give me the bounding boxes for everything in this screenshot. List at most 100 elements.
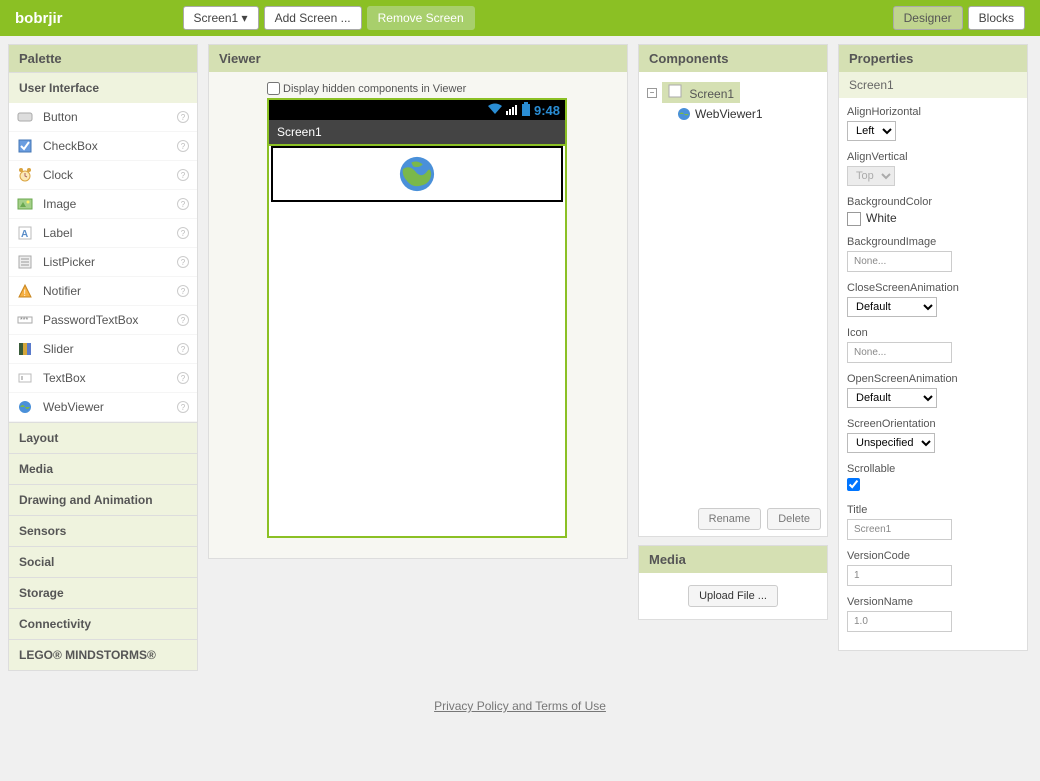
category-social[interactable]: Social: [9, 546, 197, 577]
help-icon[interactable]: ?: [177, 343, 189, 355]
add-screen-button[interactable]: Add Screen ...: [264, 6, 362, 30]
svg-text:!: !: [24, 288, 27, 298]
app-title: bobrjir: [15, 10, 63, 27]
collapse-icon[interactable]: −: [647, 88, 657, 98]
help-icon[interactable]: ?: [177, 198, 189, 210]
palette-item-password[interactable]: *** PasswordTextBox ?: [9, 306, 197, 335]
color-swatch: [847, 212, 861, 226]
privacy-link[interactable]: Privacy Policy and Terms of Use: [434, 699, 606, 713]
prop-closeanim-select[interactable]: Default: [847, 297, 937, 317]
palette-item-button[interactable]: Button ?: [9, 103, 197, 132]
prop-vcode-input[interactable]: [847, 565, 952, 586]
components-panel: Components − Screen1 WebViewer1 Rename D…: [638, 44, 828, 537]
designer-button[interactable]: Designer: [893, 6, 963, 30]
palette-item-checkbox[interactable]: CheckBox ?: [9, 132, 197, 161]
prop-title-input[interactable]: [847, 519, 952, 540]
palette-item-label[interactable]: A Label ?: [9, 219, 197, 248]
palette-item-slider[interactable]: Slider ?: [9, 335, 197, 364]
prop-alignh-select[interactable]: Left: [847, 121, 896, 141]
remove-screen-button: Remove Screen: [367, 6, 475, 30]
prop-vcode-label: VersionCode: [847, 550, 1019, 562]
password-icon: ***: [17, 312, 33, 328]
palette-item-image[interactable]: Image ?: [9, 190, 197, 219]
prop-icon-label: Icon: [847, 327, 1019, 339]
prop-bgimage-input[interactable]: [847, 251, 952, 272]
phone-screen-title: Screen1: [269, 120, 565, 144]
top-bar: bobrjir Screen1 ▾ Add Screen ... Remove …: [0, 0, 1040, 36]
signal-icon: [506, 103, 518, 118]
upload-file-button[interactable]: Upload File ...: [688, 585, 778, 607]
help-icon[interactable]: ?: [177, 169, 189, 181]
prop-icon-input[interactable]: [847, 342, 952, 363]
help-icon[interactable]: ?: [177, 111, 189, 123]
phone-statusbar: 9:48: [269, 100, 565, 120]
listpicker-icon: [17, 254, 33, 270]
prop-openanim-select[interactable]: Default: [847, 388, 937, 408]
main-area: Palette User Interface Button ? CheckBox…: [0, 36, 1040, 679]
rename-button[interactable]: Rename: [698, 508, 762, 530]
palette-item-clock[interactable]: Clock ?: [9, 161, 197, 190]
battery-icon: [522, 102, 530, 119]
components-title: Components: [639, 45, 827, 72]
textbox-icon: [17, 370, 33, 386]
category-storage[interactable]: Storage: [9, 577, 197, 608]
phone-screen[interactable]: [269, 146, 565, 536]
help-icon[interactable]: ?: [177, 227, 189, 239]
image-icon: [17, 196, 33, 212]
tree-root[interactable]: − Screen1: [647, 80, 819, 105]
prop-orient-select[interactable]: Unspecified: [847, 433, 935, 453]
properties-panel: Properties Screen1 AlignHorizontal Left …: [838, 44, 1028, 651]
prop-bgimage-label: BackgroundImage: [847, 236, 1019, 248]
blocks-button[interactable]: Blocks: [968, 6, 1025, 30]
help-icon[interactable]: ?: [177, 401, 189, 413]
properties-title: Properties: [839, 45, 1027, 72]
wifi-icon: [488, 103, 502, 118]
hidden-checkbox-input[interactable]: [267, 82, 280, 95]
webviewer-icon: [17, 399, 33, 415]
prop-orient-label: ScreenOrientation: [847, 418, 1019, 430]
slider-icon: [17, 341, 33, 357]
category-drawing[interactable]: Drawing and Animation: [9, 484, 197, 515]
component-list: Button ? CheckBox ? Clock ? Image ? A La…: [9, 103, 197, 422]
webviewer-component[interactable]: [271, 146, 563, 202]
tree-child-webviewer[interactable]: WebViewer1: [677, 105, 819, 123]
delete-button[interactable]: Delete: [767, 508, 821, 530]
phone-time: 9:48: [534, 103, 560, 118]
component-tree: − Screen1 WebViewer1: [639, 72, 827, 502]
help-icon[interactable]: ?: [177, 256, 189, 268]
category-media[interactable]: Media: [9, 453, 197, 484]
palette-panel: Palette User Interface Button ? CheckBox…: [8, 44, 198, 671]
notifier-icon: !: [17, 283, 33, 299]
prop-closeanim-label: CloseScreenAnimation: [847, 282, 1019, 294]
viewer-panel: Viewer Display hidden components in View…: [208, 44, 628, 559]
help-icon[interactable]: ?: [177, 285, 189, 297]
palette-item-listpicker[interactable]: ListPicker ?: [9, 248, 197, 277]
clock-icon: [17, 167, 33, 183]
prop-alignh-label: AlignHorizontal: [847, 106, 1019, 118]
palette-item-textbox[interactable]: TextBox ?: [9, 364, 197, 393]
category-user-interface[interactable]: User Interface: [9, 72, 197, 103]
help-icon[interactable]: ?: [177, 372, 189, 384]
prop-bgcolor-value[interactable]: White: [847, 211, 1019, 226]
prop-alignv-select: Top: [847, 166, 895, 186]
hidden-components-checkbox[interactable]: Display hidden components in Viewer: [267, 82, 617, 95]
help-icon[interactable]: ?: [177, 314, 189, 326]
category-connectivity[interactable]: Connectivity: [9, 608, 197, 639]
media-title: Media: [639, 546, 827, 573]
prop-scrollable-checkbox[interactable]: [847, 478, 860, 491]
category-sensors[interactable]: Sensors: [9, 515, 197, 546]
palette-item-webviewer[interactable]: WebViewer ?: [9, 393, 197, 422]
palette-title: Palette: [9, 45, 197, 72]
screen-dropdown[interactable]: Screen1 ▾: [183, 6, 259, 30]
palette-item-notifier[interactable]: ! Notifier ?: [9, 277, 197, 306]
checkbox-icon: [17, 138, 33, 154]
media-panel: Media Upload File ...: [638, 545, 828, 620]
svg-text:A: A: [21, 229, 28, 240]
category-lego[interactable]: LEGO® MINDSTORMS®: [9, 639, 197, 670]
category-layout[interactable]: Layout: [9, 422, 197, 453]
properties-subtitle: Screen1: [839, 72, 1027, 98]
phone-mock: 9:48 Screen1: [267, 98, 567, 538]
prop-vname-input[interactable]: [847, 611, 952, 632]
help-icon[interactable]: ?: [177, 140, 189, 152]
webviewer-tree-icon: [677, 107, 691, 121]
